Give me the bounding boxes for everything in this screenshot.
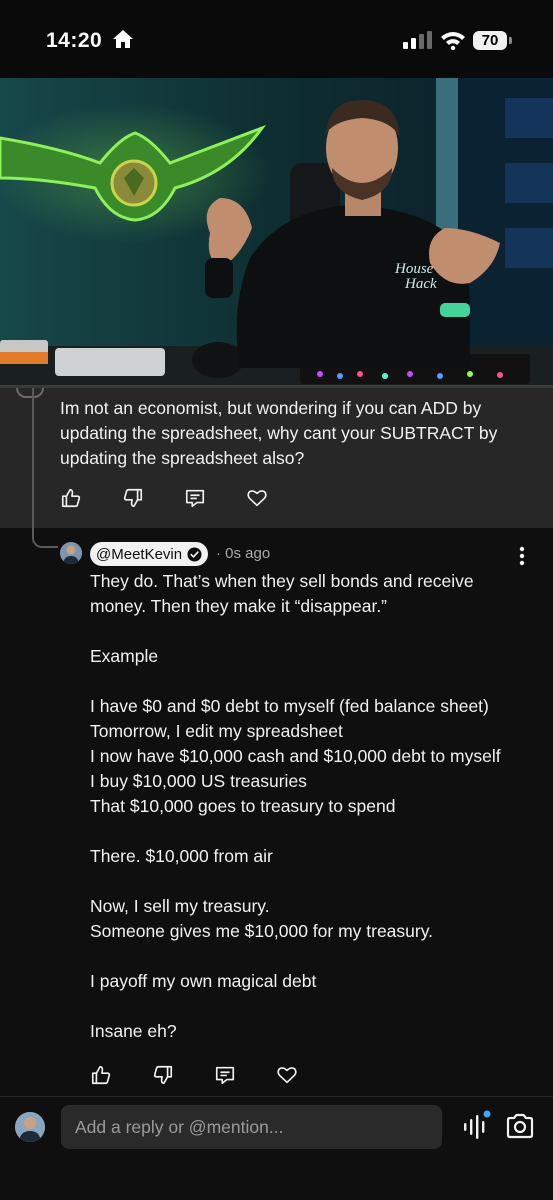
reply-paragraph: Now, I sell my treasury. xyxy=(90,896,270,916)
video-frame: House Hack xyxy=(0,78,553,388)
thumbs-down-icon xyxy=(123,488,143,508)
reply-paragraph: Insane eh? xyxy=(90,1021,177,1041)
thumbs-up-icon xyxy=(91,1065,111,1085)
avatar-image xyxy=(60,542,82,564)
status-time: 14:20 xyxy=(46,29,103,52)
battery-nub xyxy=(509,37,512,44)
reply-heart-button[interactable] xyxy=(276,1061,338,1089)
parent-reply-button[interactable] xyxy=(184,484,246,512)
home-icon xyxy=(113,30,133,48)
thread-elbow xyxy=(32,528,58,548)
reply-paragraph xyxy=(90,669,530,694)
reply-paragraph: I buy $10,000 US treasuries xyxy=(90,771,307,791)
parent-like-button[interactable] xyxy=(60,484,122,512)
reply-paragraph: There. $10,000 from air xyxy=(90,846,273,866)
reply-paragraph: Example xyxy=(90,646,159,666)
voice-input-icon[interactable] xyxy=(462,1110,492,1142)
reply-paragraph: They do. That’s when they sell bonds and… xyxy=(90,571,474,616)
parent-heart-button[interactable] xyxy=(246,484,308,512)
parent-dislike-button[interactable] xyxy=(122,484,184,512)
thread-line xyxy=(32,388,34,538)
reply-paragraph: Tomorrow, I edit my spreadsheet xyxy=(90,721,343,741)
avatar-image xyxy=(15,1112,45,1142)
battery-indicator: 70 xyxy=(473,31,507,50)
shirt-logo-text-1: House xyxy=(394,261,434,277)
reply-paragraph xyxy=(90,994,530,1019)
wifi-icon xyxy=(441,32,465,50)
status-bar: 14:20 70 xyxy=(0,0,553,78)
video-player[interactable]: House Hack xyxy=(0,78,553,388)
more-options-icon[interactable] xyxy=(512,542,532,570)
reply-paragraph xyxy=(90,619,530,644)
author-handle: @MeetKevin xyxy=(96,545,183,563)
cellular-signal-icon xyxy=(403,31,432,49)
heart-icon xyxy=(277,1067,297,1084)
shirt-logo-text-2: Hack xyxy=(404,276,437,292)
current-user-avatar[interactable] xyxy=(15,1112,45,1142)
reply-input[interactable] xyxy=(61,1105,442,1149)
reply-timestamp: · 0s ago xyxy=(216,545,271,562)
author-handle-chip[interactable]: @MeetKevin xyxy=(90,542,209,566)
reply-paragraph xyxy=(90,819,530,844)
thumbs-up-icon xyxy=(61,488,81,508)
reply-action-row xyxy=(90,1061,338,1089)
thumbs-down-icon xyxy=(153,1065,173,1085)
reply-text: They do. That’s when they sell bonds and… xyxy=(90,569,530,1044)
reply-paragraph: That $10,000 goes to treasury to spend xyxy=(90,796,396,816)
reply-paragraph xyxy=(90,944,530,969)
reply-paragraph: I now have $10,000 cash and $10,000 debt… xyxy=(90,746,501,766)
reply-like-button[interactable] xyxy=(90,1061,152,1089)
camera-icon[interactable] xyxy=(505,1112,535,1140)
reply-paragraph: I have $0 and $0 debt to myself (fed bal… xyxy=(90,696,489,716)
comment-icon xyxy=(185,489,205,508)
reply-reply-button[interactable] xyxy=(214,1061,276,1089)
parent-comment-text: Im not an economist, but wondering if yo… xyxy=(60,398,498,468)
composer-divider xyxy=(0,1096,553,1097)
heart-icon xyxy=(247,490,267,507)
verified-check-icon xyxy=(187,546,202,562)
reply-author-avatar[interactable] xyxy=(60,542,82,564)
reply-dislike-button[interactable] xyxy=(152,1061,214,1089)
reply-paragraph: Someone gives me $10,000 for my treasury… xyxy=(90,921,434,941)
reply-paragraph xyxy=(90,869,530,894)
battery-level: 70 xyxy=(481,32,499,49)
comment-icon xyxy=(215,1066,235,1085)
reply-paragraph: I payoff my own magical debt xyxy=(90,971,317,991)
parent-action-row xyxy=(60,484,308,512)
